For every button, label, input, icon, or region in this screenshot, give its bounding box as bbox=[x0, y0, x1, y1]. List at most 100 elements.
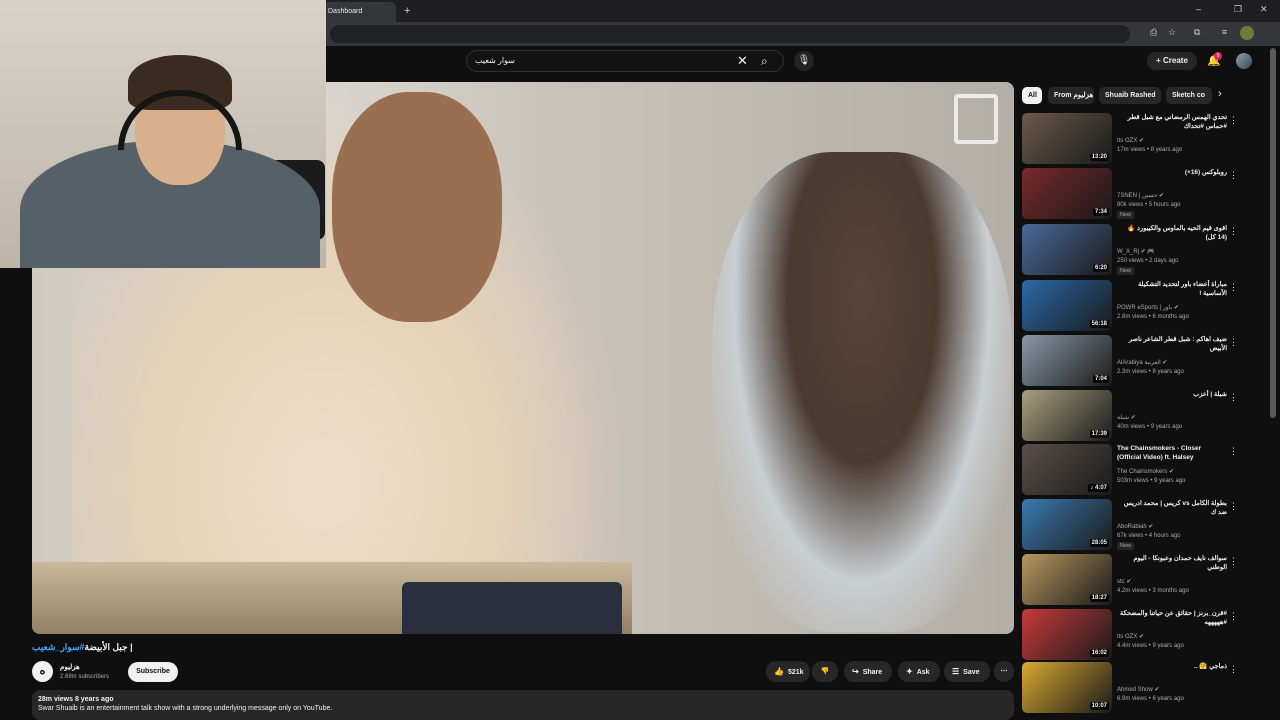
more-vertical-icon[interactable]: ⋮ bbox=[1229, 226, 1238, 237]
save-button[interactable]: ☰ Save bbox=[944, 661, 990, 682]
voice-search-mic-icon[interactable]: 🎙 bbox=[794, 51, 814, 71]
duration-badge: 10:07 bbox=[1089, 702, 1109, 710]
video-thumbnail[interactable]: 6:20 bbox=[1022, 224, 1112, 275]
share-button[interactable]: ↪ Share bbox=[844, 661, 892, 682]
recommendation-channel[interactable]: Ahmed Show ✔ bbox=[1117, 686, 1159, 693]
omnibox[interactable] bbox=[330, 25, 1130, 43]
recommendation-title[interactable]: شبلة | أعزب bbox=[1117, 390, 1227, 399]
chip-sketch-comedy[interactable]: Sketch co bbox=[1166, 87, 1212, 104]
search-box[interactable]: سوار شعيب ✕ ⌕ bbox=[466, 50, 784, 72]
recommendation-title[interactable]: ذماجي 🤗 .. bbox=[1117, 662, 1227, 671]
recommendation-item[interactable]: 28:05 بطولة الكامل vs كريس | محمد ادريس ض… bbox=[1022, 499, 1247, 551]
clear-search-icon[interactable]: ✕ bbox=[737, 53, 748, 69]
recommendation-channel[interactable]: AlArabiya العربية ✔ bbox=[1117, 359, 1167, 366]
recommendation-item[interactable]: 10:07 ذماجي 🤗 .. Ahmed Show ✔ 6.9m views • … bbox=[1022, 662, 1247, 714]
more-actions-button[interactable]: ⋯ bbox=[994, 661, 1014, 682]
recommendation-stats: 80k views • 5 hours ago bbox=[1117, 202, 1181, 208]
dislike-button[interactable]: 👎 bbox=[812, 661, 838, 682]
recommendation-item[interactable]: 56:18 مباراة أعضاء باور لتحديد التشكيلة ا… bbox=[1022, 280, 1247, 332]
browser-tab-dashboard[interactable]: Dashboard bbox=[318, 2, 396, 22]
recommendation-channel[interactable]: W_X_Rj ✔ 🎮 bbox=[1117, 248, 1155, 255]
recommendation-item[interactable]: 6:20 اقوى قيم الحيه بالماوس والكيبورد 🔥 (… bbox=[1022, 224, 1247, 276]
video-thumbnail[interactable]: 7:04 bbox=[1022, 335, 1112, 386]
video-thumbnail[interactable]: 7:34 bbox=[1022, 168, 1112, 219]
like-button[interactable]: 👍 521k bbox=[766, 661, 810, 682]
chip-from-channel[interactable]: From هزليوم bbox=[1048, 87, 1094, 104]
video-thumbnail[interactable]: 18:27 bbox=[1022, 554, 1112, 605]
recommendation-channel[interactable]: Its OZX ✔ bbox=[1117, 633, 1144, 640]
recommendation-title[interactable]: ضيف اهاكم : شبل قطر الشاعر ناصر الأبيض bbox=[1117, 335, 1227, 353]
media-icon[interactable]: ≡ bbox=[1222, 27, 1227, 37]
new-badge: New bbox=[1117, 542, 1135, 550]
more-vertical-icon[interactable]: ⋮ bbox=[1229, 282, 1238, 293]
recommendation-item[interactable]: 17:39 شبلة | أعزب شبلة ✔ 40m views • 9 year… bbox=[1022, 390, 1247, 442]
more-vertical-icon[interactable]: ⋮ bbox=[1229, 556, 1238, 567]
install-icon[interactable]: ⎙ bbox=[1150, 27, 1157, 38]
recommendation-title[interactable]: روبلوكس (16+) bbox=[1117, 168, 1227, 177]
recommendation-title[interactable]: اقوى قيم الحيه بالماوس والكيبورد 🔥 (14 ك… bbox=[1117, 224, 1227, 242]
recommendation-channel[interactable]: شبلة ✔ bbox=[1117, 414, 1136, 421]
create-button[interactable]: + Create bbox=[1147, 52, 1197, 70]
more-vertical-icon[interactable]: ⋮ bbox=[1229, 115, 1238, 126]
minimize-icon[interactable]: – bbox=[1196, 4, 1201, 14]
page-scrollbar[interactable] bbox=[1270, 48, 1276, 418]
recommendation-title[interactable]: The Chainsmokers - Closer (Official Vide… bbox=[1117, 444, 1227, 462]
subscribe-button[interactable]: Subscribe bbox=[128, 662, 178, 682]
recommendation-channel[interactable]: The Chainsmokers ✔ bbox=[1117, 468, 1174, 475]
recommendation-stats: 67k views • 4 hours ago bbox=[1117, 533, 1181, 539]
channel-name[interactable]: هزليوم bbox=[60, 663, 80, 671]
more-vertical-icon[interactable]: ⋮ bbox=[1229, 170, 1238, 181]
recommendation-channel[interactable]: AboRabiah ✔ bbox=[1117, 523, 1153, 530]
recommendation-item[interactable]: 16:02 #قرن_برنز | حقائق عن حياتنا والمضحك… bbox=[1022, 609, 1247, 661]
recommendation-title[interactable]: بطولة الكامل vs كريس | محمد ادريس ضد ك bbox=[1117, 499, 1227, 517]
ask-button[interactable]: ✦ Ask bbox=[898, 661, 940, 682]
account-avatar[interactable] bbox=[1236, 53, 1252, 69]
more-vertical-icon[interactable]: ⋮ bbox=[1229, 392, 1238, 403]
maximize-icon[interactable]: ❐ bbox=[1234, 4, 1242, 15]
more-vertical-icon[interactable]: ⋮ bbox=[1229, 501, 1238, 512]
title-suffix: | bbox=[127, 642, 133, 652]
recommendation-channel[interactable]: 7SNEN | حسين ✔ bbox=[1117, 192, 1164, 199]
thumbs-down-icon: 👎 bbox=[820, 668, 830, 675]
video-thumbnail[interactable]: 28:05 bbox=[1022, 499, 1112, 550]
search-icon[interactable]: ⌕ bbox=[761, 54, 768, 69]
recommendation-title[interactable]: سوالف نايف حمدان وعبونكا - اليوم الوطني bbox=[1117, 554, 1227, 572]
channel-avatar[interactable]: ه bbox=[32, 661, 53, 682]
recommendation-title[interactable]: مباراة أعضاء باور لتحديد التشكيلة الأساس… bbox=[1117, 280, 1227, 298]
chip-shuaib-rashed[interactable]: Shuaib Rashed bbox=[1099, 87, 1161, 104]
description-box[interactable]: 28m views 8 years ago Swar Shuaib is an … bbox=[32, 690, 1014, 720]
recommendation-item[interactable]: 7:34 روبلوكس (16+) 7SNEN | حسين ✔ 80k views… bbox=[1022, 168, 1247, 220]
search-input[interactable]: سوار شعيب bbox=[475, 56, 515, 65]
chevron-right-icon[interactable]: › bbox=[1218, 88, 1222, 100]
close-window-icon[interactable]: ✕ bbox=[1260, 4, 1268, 15]
video-thumbnail[interactable]: 16:02 bbox=[1022, 609, 1112, 660]
recommendation-title[interactable]: #قرن_برنز | حقائق عن حياتنا والمضحكة #هه… bbox=[1117, 609, 1227, 627]
title-hashtag-link[interactable]: #سوار_شعيب bbox=[32, 642, 84, 652]
recommendation-stats: 503m views • 9 years ago bbox=[1117, 478, 1186, 484]
extensions-icon[interactable]: ⧉ bbox=[1194, 27, 1200, 38]
more-vertical-icon[interactable]: ⋮ bbox=[1229, 446, 1238, 457]
recommendation-item[interactable]: 18:27 سوالف نايف حمدان وعبونكا - اليوم ال… bbox=[1022, 554, 1247, 606]
recommendation-item[interactable]: 13:20 تحدي الهمس الرمضاني مع شبل قطر #حما… bbox=[1022, 113, 1247, 165]
recommendation-item[interactable]: 7:04 ضيف اهاكم : شبل قطر الشاعر ناصر الأب… bbox=[1022, 335, 1247, 387]
recommendation-channel[interactable]: stc ✔ bbox=[1117, 578, 1131, 585]
recommendation-item[interactable]: ♪ 4:07 The Chainsmokers - Closer (Officia… bbox=[1022, 444, 1247, 496]
video-thumbnail[interactable]: 13:20 bbox=[1022, 113, 1112, 164]
more-vertical-icon[interactable]: ⋮ bbox=[1229, 337, 1238, 348]
bookmark-star-icon[interactable]: ☆ bbox=[1168, 27, 1176, 38]
more-vertical-icon[interactable]: ⋮ bbox=[1229, 611, 1238, 622]
recommendation-channel[interactable]: Its OZX ✔ bbox=[1117, 137, 1144, 144]
video-thumbnail[interactable]: 56:18 bbox=[1022, 280, 1112, 331]
browser-profile-avatar[interactable] bbox=[1240, 26, 1254, 40]
video-thumbnail[interactable]: 10:07 bbox=[1022, 662, 1112, 713]
new-tab-icon[interactable]: + bbox=[404, 5, 410, 17]
chip-all[interactable]: All bbox=[1022, 87, 1042, 104]
like-count: 521k bbox=[787, 669, 804, 676]
recommendation-channel[interactable]: POWR eSports | باور ✔ bbox=[1117, 304, 1179, 311]
recommendation-stats: 17m views • 8 years ago bbox=[1117, 147, 1183, 153]
recommendation-title[interactable]: تحدي الهمس الرمضاني مع شبل قطر #حماس #تح… bbox=[1117, 113, 1227, 131]
more-horizontal-icon: ⋯ bbox=[1000, 668, 1008, 675]
video-thumbnail[interactable]: 17:39 bbox=[1022, 390, 1112, 441]
more-vertical-icon[interactable]: ⋮ bbox=[1229, 664, 1238, 675]
video-thumbnail[interactable]: ♪ 4:07 bbox=[1022, 444, 1112, 495]
